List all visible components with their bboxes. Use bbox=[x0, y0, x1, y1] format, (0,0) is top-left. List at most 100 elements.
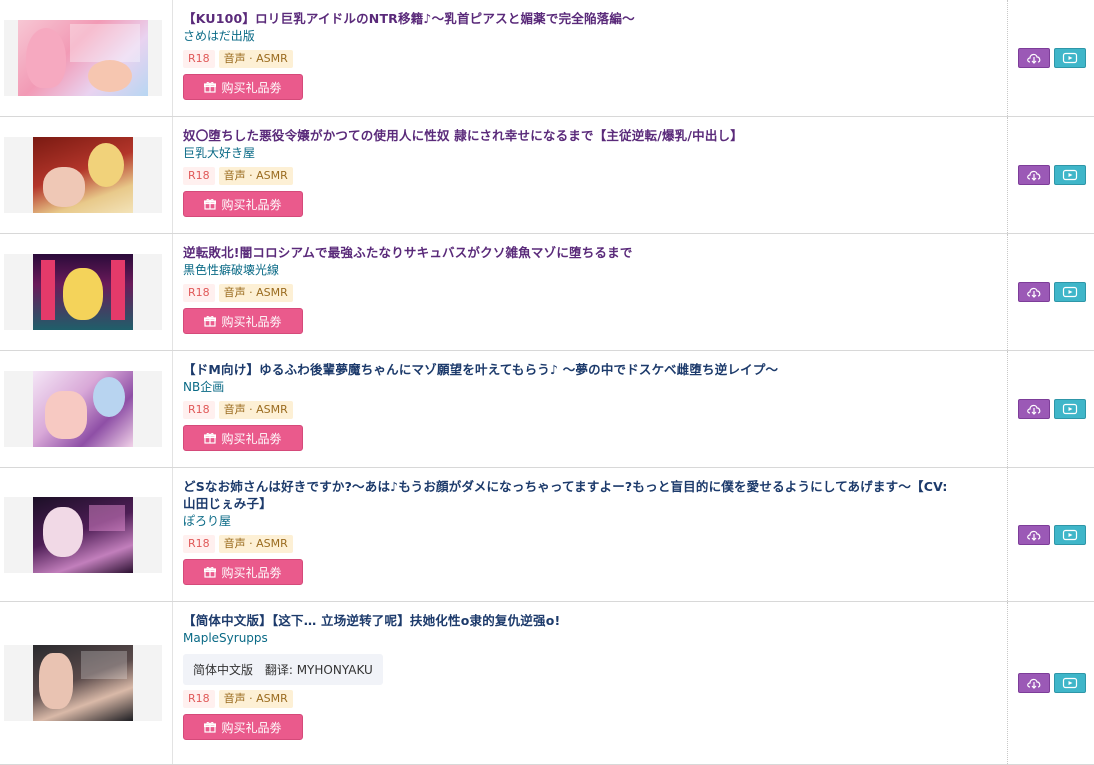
genre-tag: 音声 · ASMR bbox=[218, 167, 293, 185]
buy-gift-card-button[interactable]: 购买礼品劵 bbox=[183, 559, 303, 585]
thumbnail[interactable] bbox=[4, 645, 162, 721]
buy-gift-card-button[interactable]: 购买礼品劵 bbox=[183, 714, 303, 740]
cloud-download-icon bbox=[1027, 678, 1041, 689]
genre-tag: 音声 · ASMR bbox=[218, 401, 293, 419]
cloud-download-icon bbox=[1027, 287, 1041, 298]
r18-tag: R18 bbox=[183, 535, 215, 553]
circle-name[interactable]: NB企画 bbox=[183, 379, 997, 396]
play-button[interactable] bbox=[1054, 48, 1086, 68]
tag-list: R18 音声 · ASMR bbox=[183, 535, 997, 553]
download-button[interactable] bbox=[1018, 399, 1050, 419]
product-title[interactable]: 逆転敗北!闇コロシアムで最強ふたなりサキュバスがクソ雑魚マゾに堕ちるまで bbox=[183, 244, 997, 261]
translation-info: 简体中文版 翻译: MYHONYAKU bbox=[183, 654, 383, 685]
tag-list: R18 音声 · ASMR bbox=[183, 50, 997, 68]
tag-list: R18 音声 · ASMR bbox=[183, 284, 997, 302]
genre-tag: 音声 · ASMR bbox=[218, 690, 293, 708]
gift-icon bbox=[204, 82, 217, 93]
buy-gift-card-button[interactable]: 购买礼品劵 bbox=[183, 191, 303, 217]
thumbnail-cell bbox=[0, 234, 173, 350]
thumbnail-cell bbox=[0, 0, 173, 116]
translation-label: 简体中文版 bbox=[193, 663, 254, 677]
product-title[interactable]: 【ドM向け】ゆるふわ後輩夢魔ちゃんにマゾ願望を叶えてもらう♪ ～夢の中でドスケベ… bbox=[183, 361, 997, 378]
actions-cell bbox=[1008, 117, 1094, 233]
thumbnail[interactable] bbox=[4, 137, 162, 213]
buy-gift-card-button[interactable]: 购买礼品劵 bbox=[183, 308, 303, 334]
cloud-download-icon bbox=[1027, 170, 1041, 181]
product-list: 【KU100】ロリ巨乳アイドルのNTR移籍♪～乳首ピアスと媚薬で完全陥落編～ さ… bbox=[0, 0, 1094, 765]
cover-art bbox=[33, 254, 133, 330]
gift-icon bbox=[204, 433, 217, 444]
download-button[interactable] bbox=[1018, 524, 1050, 545]
r18-tag: R18 bbox=[183, 50, 215, 68]
thumbnail[interactable] bbox=[4, 371, 162, 447]
play-icon bbox=[1062, 677, 1078, 689]
buy-button-label: 购买礼品劵 bbox=[221, 720, 282, 735]
thumbnail-cell bbox=[0, 351, 173, 467]
product-title[interactable]: どSなお姉さんは好きですか?～あは♪もうお顔がダメになっちゃってますよー?もっと… bbox=[183, 478, 997, 512]
info-cell: どSなお姉さんは好きですか?～あは♪もうお顔がダメになっちゃってますよー?もっと… bbox=[173, 468, 1008, 601]
circle-name[interactable]: 黒色性癖破壊光線 bbox=[183, 262, 997, 279]
play-icon bbox=[1062, 529, 1078, 540]
thumbnail[interactable] bbox=[4, 254, 162, 330]
gift-icon bbox=[204, 199, 217, 210]
buy-button-label: 购买礼品劵 bbox=[221, 80, 282, 95]
gift-icon bbox=[204, 567, 217, 578]
genre-tag: 音声 · ASMR bbox=[218, 50, 293, 68]
list-item: 【ドM向け】ゆるふわ後輩夢魔ちゃんにマゾ願望を叶えてもらう♪ ～夢の中でドスケベ… bbox=[0, 351, 1094, 468]
cloud-download-icon bbox=[1027, 53, 1041, 64]
info-cell: 【简体中文版】【这下… 立场逆转了呢】扶她化性o隶的复仇逆强o! MapleSy… bbox=[173, 602, 1008, 764]
genre-tag: 音声 · ASMR bbox=[218, 284, 293, 302]
buy-button-label: 购买礼品劵 bbox=[221, 565, 282, 580]
play-button[interactable] bbox=[1054, 673, 1086, 693]
circle-name[interactable]: MapleSyrupps bbox=[183, 630, 997, 647]
r18-tag: R18 bbox=[183, 401, 215, 419]
list-item: どSなお姉さんは好きですか?～あは♪もうお顔がダメになっちゃってますよー?もっと… bbox=[0, 468, 1094, 602]
tag-list: R18 音声 · ASMR bbox=[183, 167, 997, 185]
play-button[interactable] bbox=[1054, 165, 1086, 185]
cover-art bbox=[18, 20, 148, 96]
buy-button-label: 购买礼品劵 bbox=[221, 197, 282, 212]
info-cell: 奴〇堕ちした悪役令嬢がかつての使用人に性奴 隷にされ幸せになるまで【主従逆転/爆… bbox=[173, 117, 1008, 233]
download-button[interactable] bbox=[1018, 48, 1050, 68]
thumbnail-cell bbox=[0, 602, 173, 764]
cloud-download-icon bbox=[1027, 404, 1041, 415]
product-title[interactable]: 【简体中文版】【这下… 立场逆转了呢】扶她化性o隶的复仇逆强o! bbox=[183, 612, 997, 629]
cover-art bbox=[33, 371, 133, 447]
product-title[interactable]: 【KU100】ロリ巨乳アイドルのNTR移籍♪～乳首ピアスと媚薬で完全陥落編～ bbox=[183, 10, 997, 27]
play-button[interactable] bbox=[1054, 399, 1086, 419]
buy-button-label: 购买礼品劵 bbox=[221, 314, 282, 329]
circle-name[interactable]: さめはだ出版 bbox=[183, 28, 997, 45]
product-title[interactable]: 奴〇堕ちした悪役令嬢がかつての使用人に性奴 隷にされ幸せになるまで【主従逆転/爆… bbox=[183, 127, 997, 144]
genre-tag: 音声 · ASMR bbox=[218, 535, 293, 553]
thumbnail[interactable] bbox=[4, 496, 162, 573]
play-button[interactable] bbox=[1054, 524, 1086, 545]
gift-icon bbox=[204, 316, 217, 327]
buy-gift-card-button[interactable]: 购买礼品劵 bbox=[183, 425, 303, 451]
buy-gift-card-button[interactable]: 购买礼品劵 bbox=[183, 74, 303, 100]
r18-tag: R18 bbox=[183, 690, 215, 708]
list-item: 奴〇堕ちした悪役令嬢がかつての使用人に性奴 隷にされ幸せになるまで【主従逆転/爆… bbox=[0, 117, 1094, 234]
thumbnail-cell bbox=[0, 117, 173, 233]
play-icon bbox=[1062, 286, 1078, 298]
download-button[interactable] bbox=[1018, 673, 1050, 693]
actions-cell bbox=[1008, 234, 1094, 350]
list-item: 【简体中文版】【这下… 立场逆转了呢】扶她化性o隶的复仇逆强o! MapleSy… bbox=[0, 602, 1094, 765]
info-cell: 逆転敗北!闇コロシアムで最強ふたなりサキュバスがクソ雑魚マゾに堕ちるまで 黒色性… bbox=[173, 234, 1008, 350]
play-button[interactable] bbox=[1054, 282, 1086, 302]
cover-art bbox=[33, 137, 133, 213]
info-cell: 【ドM向け】ゆるふわ後輩夢魔ちゃんにマゾ願望を叶えてもらう♪ ～夢の中でドスケベ… bbox=[173, 351, 1008, 467]
play-icon bbox=[1062, 169, 1078, 181]
thumbnail[interactable] bbox=[4, 20, 162, 96]
tag-list: R18 音声 · ASMR bbox=[183, 690, 997, 708]
download-button[interactable] bbox=[1018, 165, 1050, 185]
cover-art bbox=[33, 496, 133, 573]
cloud-download-icon bbox=[1027, 530, 1041, 541]
download-button[interactable] bbox=[1018, 282, 1050, 302]
list-item: 【KU100】ロリ巨乳アイドルのNTR移籍♪～乳首ピアスと媚薬で完全陥落編～ さ… bbox=[0, 0, 1094, 117]
cover-art bbox=[33, 645, 133, 721]
gift-icon bbox=[204, 722, 217, 733]
circle-name[interactable]: ぽろり屋 bbox=[183, 513, 997, 530]
circle-name[interactable]: 巨乳大好き屋 bbox=[183, 145, 997, 162]
actions-cell bbox=[1008, 351, 1094, 467]
actions-cell bbox=[1008, 468, 1094, 601]
